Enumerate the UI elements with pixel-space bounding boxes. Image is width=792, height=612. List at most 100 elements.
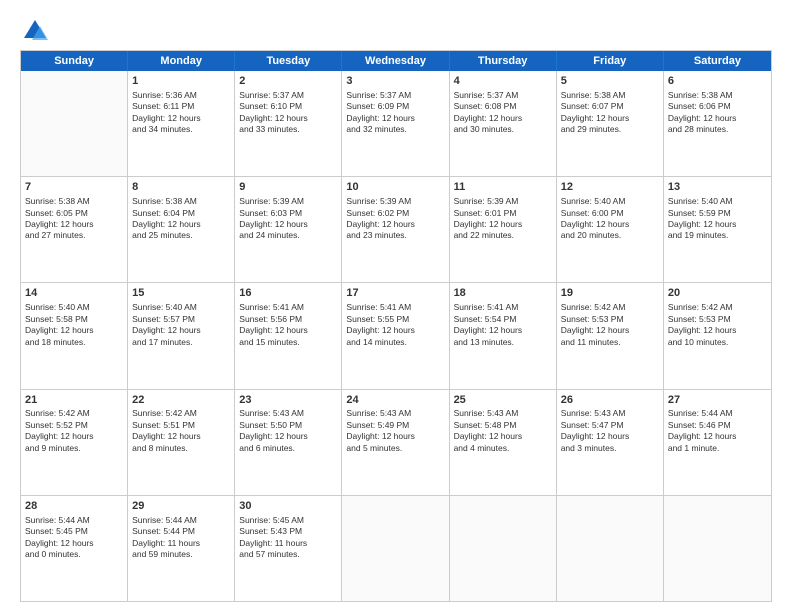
cell-line: Sunrise: 5:38 AM <box>561 90 659 101</box>
cell-line: and 34 minutes. <box>132 124 230 135</box>
calendar-row-5: 28Sunrise: 5:44 AMSunset: 5:45 PMDayligh… <box>21 496 771 601</box>
header-day-friday: Friday <box>557 51 664 71</box>
cell-line: Sunrise: 5:43 AM <box>454 408 552 419</box>
cell-line: Sunrise: 5:43 AM <box>561 408 659 419</box>
cell-line: Sunrise: 5:37 AM <box>454 90 552 101</box>
cell-line: and 10 minutes. <box>668 337 767 348</box>
day-number: 25 <box>454 393 552 408</box>
day-cell-30: 30Sunrise: 5:45 AMSunset: 5:43 PMDayligh… <box>235 496 342 601</box>
cell-line: Daylight: 12 hours <box>132 113 230 124</box>
day-number: 20 <box>668 286 767 301</box>
cell-line: Sunset: 6:01 PM <box>454 208 552 219</box>
day-cell-3: 3Sunrise: 5:37 AMSunset: 6:09 PMDaylight… <box>342 71 449 176</box>
day-number: 30 <box>239 499 337 514</box>
day-cell-27: 27Sunrise: 5:44 AMSunset: 5:46 PMDayligh… <box>664 390 771 495</box>
cell-line: Sunrise: 5:41 AM <box>346 302 444 313</box>
day-cell-6: 6Sunrise: 5:38 AMSunset: 6:06 PMDaylight… <box>664 71 771 176</box>
day-cell-20: 20Sunrise: 5:42 AMSunset: 5:53 PMDayligh… <box>664 283 771 388</box>
cell-line: Sunrise: 5:41 AM <box>454 302 552 313</box>
cell-line: Sunrise: 5:44 AM <box>25 515 123 526</box>
day-number: 6 <box>668 74 767 89</box>
cell-line: Sunrise: 5:43 AM <box>346 408 444 419</box>
header-day-monday: Monday <box>128 51 235 71</box>
header-day-saturday: Saturday <box>664 51 771 71</box>
cell-line: and 14 minutes. <box>346 337 444 348</box>
cell-line: Sunrise: 5:40 AM <box>668 196 767 207</box>
day-cell-10: 10Sunrise: 5:39 AMSunset: 6:02 PMDayligh… <box>342 177 449 282</box>
day-number: 7 <box>25 180 123 195</box>
day-number: 2 <box>239 74 337 89</box>
cell-line: and 9 minutes. <box>25 443 123 454</box>
empty-cell-4-5 <box>557 496 664 601</box>
cell-line: Sunset: 5:47 PM <box>561 420 659 431</box>
cell-line: Sunrise: 5:44 AM <box>132 515 230 526</box>
cell-line: Sunrise: 5:38 AM <box>668 90 767 101</box>
day-number: 27 <box>668 393 767 408</box>
day-number: 19 <box>561 286 659 301</box>
cell-line: Daylight: 12 hours <box>132 431 230 442</box>
cell-line: Sunrise: 5:40 AM <box>132 302 230 313</box>
day-cell-29: 29Sunrise: 5:44 AMSunset: 5:44 PMDayligh… <box>128 496 235 601</box>
cell-line: Daylight: 12 hours <box>239 325 337 336</box>
header-day-sunday: Sunday <box>21 51 128 71</box>
cell-line: Daylight: 12 hours <box>561 325 659 336</box>
day-cell-1: 1Sunrise: 5:36 AMSunset: 6:11 PMDaylight… <box>128 71 235 176</box>
cell-line: Daylight: 12 hours <box>561 113 659 124</box>
day-cell-16: 16Sunrise: 5:41 AMSunset: 5:56 PMDayligh… <box>235 283 342 388</box>
header <box>20 16 772 46</box>
cell-line: Daylight: 12 hours <box>454 431 552 442</box>
day-number: 8 <box>132 180 230 195</box>
cell-line: Daylight: 12 hours <box>668 219 767 230</box>
cell-line: Daylight: 12 hours <box>132 219 230 230</box>
cell-line: Sunrise: 5:43 AM <box>239 408 337 419</box>
cell-line: Sunrise: 5:41 AM <box>239 302 337 313</box>
cell-line: Daylight: 12 hours <box>132 325 230 336</box>
cell-line: Daylight: 12 hours <box>239 219 337 230</box>
day-number: 14 <box>25 286 123 301</box>
cell-line: Daylight: 12 hours <box>239 431 337 442</box>
cell-line: and 5 minutes. <box>346 443 444 454</box>
page: SundayMondayTuesdayWednesdayThursdayFrid… <box>0 0 792 612</box>
cell-line: Daylight: 12 hours <box>25 431 123 442</box>
day-number: 16 <box>239 286 337 301</box>
cell-line: and 6 minutes. <box>239 443 337 454</box>
day-number: 3 <box>346 74 444 89</box>
cell-line: and 19 minutes. <box>668 230 767 241</box>
cell-line: and 4 minutes. <box>454 443 552 454</box>
day-cell-8: 8Sunrise: 5:38 AMSunset: 6:04 PMDaylight… <box>128 177 235 282</box>
cell-line: Sunset: 5:43 PM <box>239 526 337 537</box>
cell-line: Sunset: 6:11 PM <box>132 101 230 112</box>
cell-line: Daylight: 11 hours <box>132 538 230 549</box>
cell-line: and 57 minutes. <box>239 549 337 560</box>
day-number: 26 <box>561 393 659 408</box>
day-number: 1 <box>132 74 230 89</box>
cell-line: Sunset: 6:09 PM <box>346 101 444 112</box>
cell-line: Sunrise: 5:44 AM <box>668 408 767 419</box>
cell-line: Sunrise: 5:40 AM <box>561 196 659 207</box>
day-number: 29 <box>132 499 230 514</box>
cell-line: Daylight: 12 hours <box>25 325 123 336</box>
cell-line: Daylight: 12 hours <box>668 325 767 336</box>
cell-line: Sunset: 5:49 PM <box>346 420 444 431</box>
cell-line: Sunset: 5:53 PM <box>668 314 767 325</box>
cell-line: Sunrise: 5:36 AM <box>132 90 230 101</box>
calendar: SundayMondayTuesdayWednesdayThursdayFrid… <box>20 50 772 602</box>
cell-line: Daylight: 12 hours <box>25 219 123 230</box>
day-cell-26: 26Sunrise: 5:43 AMSunset: 5:47 PMDayligh… <box>557 390 664 495</box>
cell-line: Sunset: 5:50 PM <box>239 420 337 431</box>
cell-line: Sunset: 5:57 PM <box>132 314 230 325</box>
day-number: 24 <box>346 393 444 408</box>
cell-line: Daylight: 12 hours <box>346 325 444 336</box>
cell-line: and 22 minutes. <box>454 230 552 241</box>
cell-line: and 30 minutes. <box>454 124 552 135</box>
cell-line: Sunset: 6:02 PM <box>346 208 444 219</box>
empty-cell-4-4 <box>450 496 557 601</box>
cell-line: and 15 minutes. <box>239 337 337 348</box>
empty-cell-4-3 <box>342 496 449 601</box>
cell-line: and 59 minutes. <box>132 549 230 560</box>
cell-line: and 27 minutes. <box>25 230 123 241</box>
day-number: 11 <box>454 180 552 195</box>
cell-line: Sunrise: 5:42 AM <box>132 408 230 419</box>
calendar-row-2: 7Sunrise: 5:38 AMSunset: 6:05 PMDaylight… <box>21 177 771 283</box>
cell-line: Sunset: 6:10 PM <box>239 101 337 112</box>
